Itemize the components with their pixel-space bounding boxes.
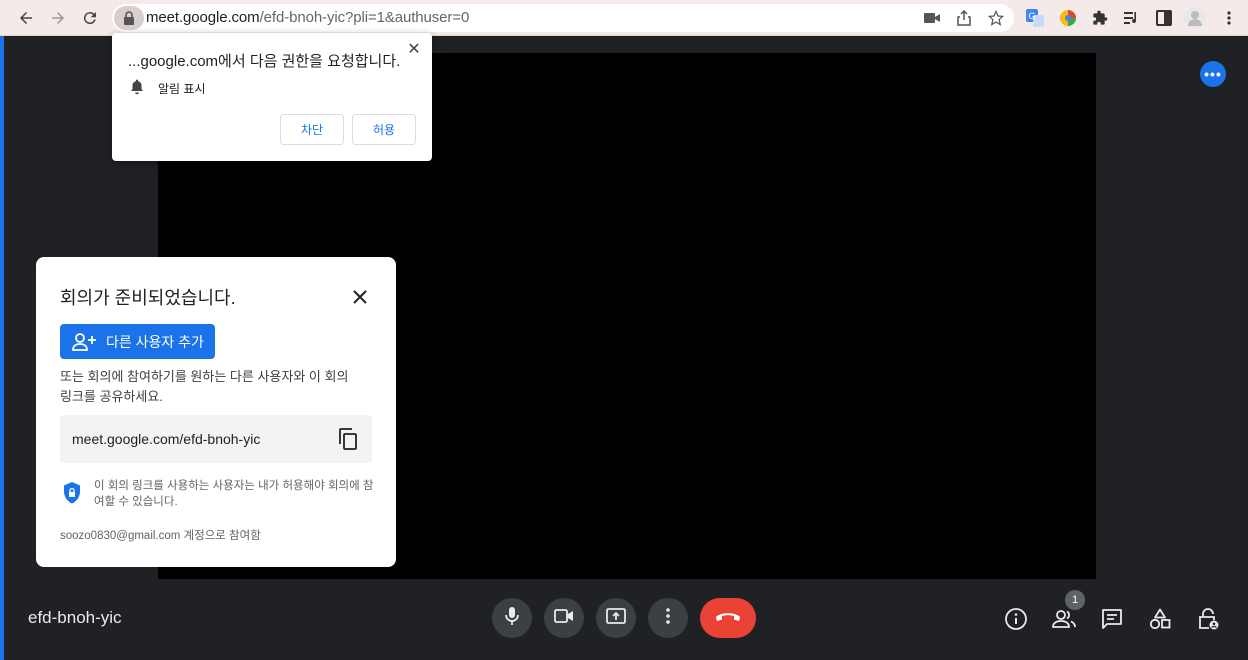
browser-menu-icon[interactable] (1218, 7, 1240, 29)
permission-popup: ...google.com에서 다음 권한을 요청합니다. ✕ 알림 표시 차단… (112, 33, 432, 161)
add-others-button[interactable]: 다른 사용자 추가 (60, 324, 215, 359)
color-extension-icon[interactable] (1057, 7, 1079, 29)
allow-button[interactable]: 허용 (352, 114, 416, 145)
present-screen-button[interactable] (596, 598, 636, 638)
back-icon[interactable] (14, 6, 38, 30)
microphone-button[interactable] (492, 598, 532, 638)
media-queue-icon[interactable] (1121, 7, 1143, 29)
meeting-link-box: meet.google.com/efd-bnoh-yic (60, 415, 372, 463)
permission-title: ...google.com에서 다음 권한을 요청합니다. (128, 53, 401, 70)
card-title: 회의가 준비되었습니다. (60, 288, 236, 308)
camera-icon (554, 608, 574, 628)
url-text[interactable]: meet.google.com/efd-bnoh-yic?pli=1&authu… (146, 9, 469, 26)
forward-icon[interactable] (46, 6, 70, 30)
host-controls-lock-icon[interactable] (1195, 606, 1221, 632)
participant-count-badge: 1 (1065, 590, 1085, 610)
account-note: soozo0830@gmail.com 계정으로 참여함 (60, 530, 261, 542)
more-vert-icon (666, 607, 670, 629)
browser-toolbar: meet.google.com/efd-bnoh-yic?pli=1&authu… (0, 0, 1248, 36)
meeting-link-text[interactable]: meet.google.com/efd-bnoh-yic (72, 431, 260, 447)
more-options-icon[interactable]: ••• (1200, 61, 1226, 87)
camera-in-use-icon[interactable] (922, 8, 942, 28)
shield-lock-icon (62, 481, 82, 505)
window-edge (0, 36, 4, 660)
secure-note: 이 회의 링크를 사용하는 사용자는 내가 허용해야 회의에 참여할 수 있습니… (94, 480, 374, 508)
close-icon[interactable]: ✕ (404, 39, 424, 59)
present-screen-icon (606, 607, 626, 629)
translate-extension-icon[interactable]: G (1024, 7, 1046, 29)
bookmark-star-icon[interactable] (986, 8, 1006, 28)
reload-icon[interactable] (78, 6, 102, 30)
end-call-button[interactable] (700, 598, 756, 638)
block-button[interactable]: 차단 (280, 114, 344, 145)
extensions-puzzle-icon[interactable] (1089, 7, 1111, 29)
meeting-info-icon[interactable] (1003, 606, 1029, 632)
side-panel-icon[interactable] (1153, 7, 1175, 29)
address-bar[interactable]: meet.google.com/efd-bnoh-yic?pli=1&authu… (112, 4, 1014, 32)
person-add-icon (72, 332, 98, 352)
bell-icon (130, 79, 144, 95)
end-call-icon (715, 609, 741, 627)
copy-icon[interactable] (336, 427, 360, 451)
lock-icon[interactable] (114, 6, 144, 30)
activities-icon[interactable] (1147, 606, 1173, 632)
share-description: 또는 회의에 참여하기를 원하는 다른 사용자와 이 회의 링크를 공유하세요. (60, 369, 349, 404)
permission-item-label: 알림 표시 (158, 82, 206, 96)
add-others-label: 다른 사용자 추가 (106, 333, 204, 350)
meeting-ready-card: 회의가 준비되었습니다. 다른 사용자 추가 또는 회의에 참여하기를 원하는 … (36, 257, 396, 567)
microphone-icon (504, 606, 520, 631)
svg-text:G: G (1029, 11, 1036, 21)
camera-button[interactable] (544, 598, 584, 638)
share-icon[interactable] (954, 8, 974, 28)
chat-icon[interactable] (1099, 606, 1125, 632)
more-actions-button[interactable] (648, 598, 688, 638)
meeting-code: efd-bnoh-yic (28, 608, 122, 627)
profile-avatar[interactable] (1184, 7, 1206, 29)
close-icon[interactable] (348, 285, 372, 309)
